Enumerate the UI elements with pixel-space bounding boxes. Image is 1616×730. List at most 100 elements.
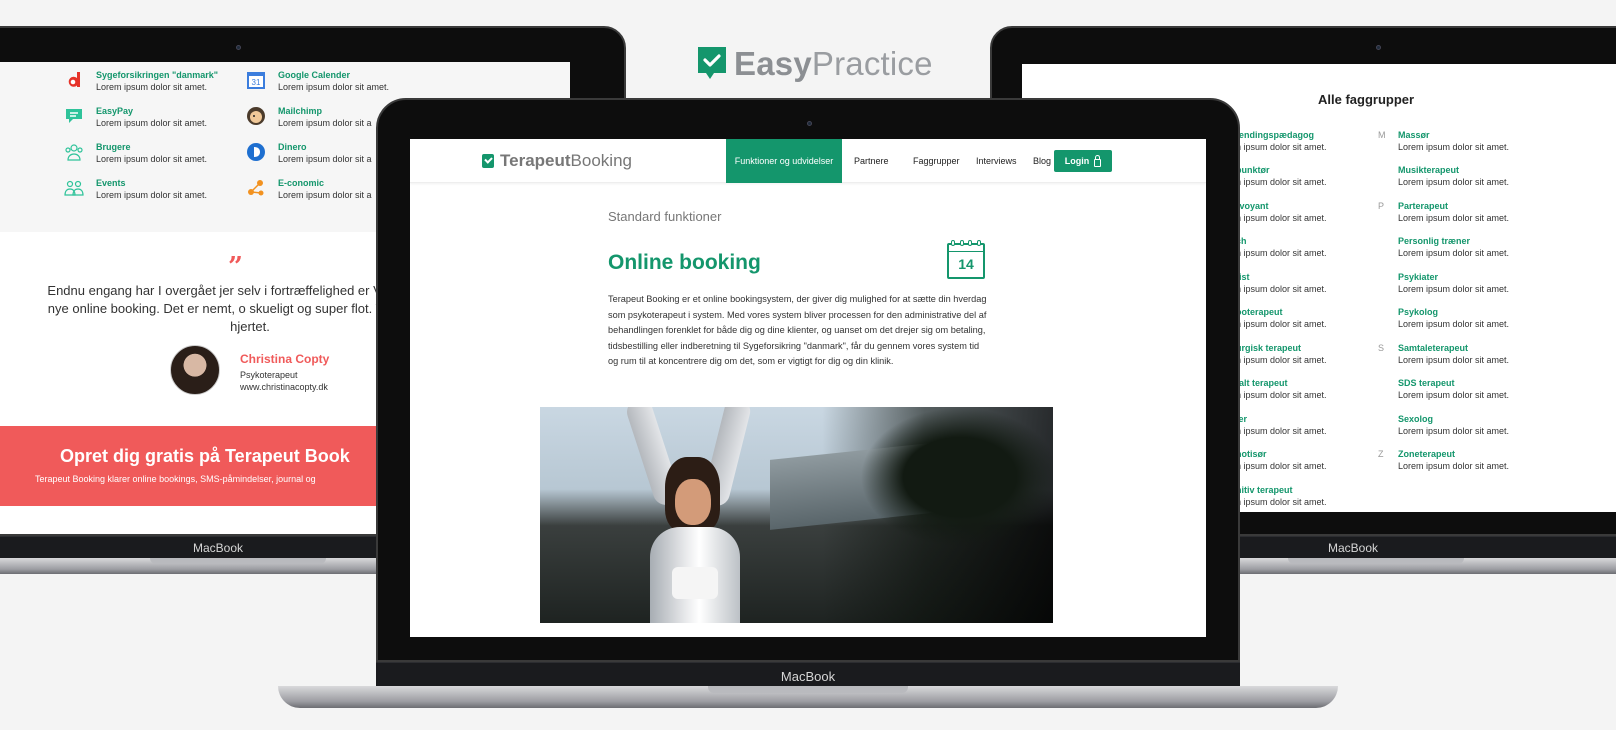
center-laptop-camera — [807, 121, 812, 126]
faggruppe-name: talt terapeut — [1236, 378, 1288, 388]
nav-item-interviews[interactable]: Interviews — [976, 156, 1017, 166]
integration-item[interactable]: EasyPay Lorem ipsum dolor sit amet. — [64, 104, 244, 134]
faggruppe-desc: n ipsum dolor sit amet. — [1236, 284, 1327, 294]
nav-item-funktioner[interactable]: Funktioner og udvidelser — [726, 139, 842, 183]
faggruppe-desc: Lorem ipsum dolor sit amet. — [1398, 284, 1510, 294]
faggruppe-name: Samtaleterapeut — [1398, 343, 1469, 353]
brand-name-bold: Easy — [734, 45, 812, 82]
integration-title: Mailchimp — [278, 106, 323, 116]
center-laptop-chin: MacBook — [376, 662, 1240, 688]
integration-desc: Lorem ipsum dolor sit amet. — [96, 154, 208, 164]
list-item[interactable]: M Massør Lorem ipsum dolor sit amet. — [1378, 128, 1558, 158]
lock-icon — [1094, 154, 1102, 167]
integration-item[interactable]: 31 Google Calender Lorem ipsum dolor sit… — [246, 68, 426, 98]
page-title: Online booking — [608, 251, 761, 274]
faggruppe-name: ooterapeut — [1236, 307, 1283, 317]
list-item[interactable]: nitiv terapeut n ipsum dolor sit amet. — [1236, 483, 1396, 512]
testimonial-author: Christina Copty — [240, 352, 330, 366]
integration-desc: Lorem ipsum dolor sit amet. — [96, 118, 208, 128]
list-item[interactable]: Sexolog Lorem ipsum dolor sit amet. — [1398, 412, 1558, 442]
list-item[interactable]: rvoyant n ipsum dolor sit amet. — [1236, 199, 1396, 229]
list-item[interactable]: notisør n ipsum dolor sit amet. — [1236, 447, 1396, 477]
faggruppe-desc: Lorem ipsum dolor sit amet. — [1398, 248, 1510, 258]
list-item[interactable]: ler n ipsum dolor sit amet. — [1236, 412, 1396, 442]
testimonial-url[interactable]: www.christinacopty.dk — [240, 382, 328, 392]
nav-item-blog[interactable]: Blog — [1033, 156, 1051, 166]
calendar-icon: 14 — [947, 240, 985, 279]
list-item[interactable]: P Parterapeut Lorem ipsum dolor sit amet. — [1378, 199, 1558, 229]
events-icon — [64, 180, 84, 196]
faggruppe-name: Personlig træner — [1398, 236, 1471, 246]
alpha-letter: Z — [1378, 449, 1384, 459]
faggruppe-name: Parterapeut — [1398, 201, 1449, 211]
faggruppe-name: Massør — [1398, 130, 1430, 140]
calendar-31-icon: 31 — [247, 72, 265, 89]
quote-mark: ” — [228, 252, 243, 282]
faggruppe-desc: Lorem ipsum dolor sit amet. — [1398, 355, 1510, 365]
nav-item-faggrupper[interactable]: Faggrupper — [913, 156, 960, 166]
photo-tree — [860, 407, 1053, 547]
nav-item-partnere[interactable]: Partnere — [854, 156, 889, 166]
list-item[interactable]: talt terapeut n ipsum dolor sit amet. — [1236, 376, 1396, 406]
integration-title: Dinero — [278, 142, 307, 152]
faggruppe-desc: Lorem ipsum dolor sit amet. — [1398, 461, 1510, 471]
alpha-letter: S — [1378, 343, 1385, 353]
faggruppe-name: SDS terapeut — [1398, 378, 1455, 388]
list-item[interactable]: Musikterapeut Lorem ipsum dolor sit amet. — [1398, 163, 1558, 193]
list-item[interactable]: ændingspædagog n ipsum dolor sit amet. — [1236, 128, 1396, 158]
brand-name-light: Practice — [811, 45, 933, 82]
integration-desc: Lorem ipsum dolor sit amet. — [96, 190, 208, 200]
right-laptop-camera — [1376, 45, 1381, 50]
login-button[interactable]: Login — [1054, 150, 1112, 172]
list-item[interactable]: punktør n ipsum dolor sit amet. — [1236, 163, 1396, 193]
list-item[interactable]: Z Zoneterapeut Lorem ipsum dolor sit amet. — [1378, 447, 1558, 477]
integration-desc: Lorem ipsum dolor sit a — [278, 190, 372, 200]
integration-title: EasyPay — [96, 106, 134, 116]
svg-text:31: 31 — [252, 78, 261, 87]
brand-name: EasyPractice — [734, 45, 933, 83]
list-item[interactable]: S Samtaleterapeut Lorem ipsum dolor sit am… — [1378, 341, 1558, 371]
integration-desc: Lorem ipsum dolor sit a — [278, 154, 372, 164]
photo-person — [610, 407, 760, 623]
center-laptop-notch — [708, 686, 908, 693]
integration-desc: Lorem ipsum dolor sit amet. — [96, 82, 208, 92]
integration-item[interactable]: Events Lorem ipsum dolor sit amet. — [64, 176, 244, 206]
site-logo-light: Booking — [570, 151, 632, 170]
faggruppe-desc: Lorem ipsum dolor sit amet. — [1398, 213, 1510, 223]
list-item[interactable]: tist n ipsum dolor sit amet. — [1236, 270, 1396, 300]
integration-desc: Lorem ipsum dolor sit a — [278, 118, 372, 128]
faggruppe-desc: Lorem ipsum dolor sit amet. — [1398, 142, 1510, 152]
calendar-divider — [949, 251, 983, 252]
list-item[interactable]: ooterapeut n ipsum dolor sit amet. — [1236, 305, 1396, 335]
list-item[interactable]: urgisk terapeut n ipsum dolor sit amet. — [1236, 341, 1396, 371]
faggruppe-name: Zoneterapeut — [1398, 449, 1456, 459]
center-laptop-bezel: TerapeutBooking Funktioner og udvidelser… — [376, 98, 1240, 662]
right-laptop-notch — [1288, 558, 1464, 564]
users-icon — [65, 144, 83, 161]
checkmark-icon — [482, 154, 494, 168]
list-item[interactable]: ch n ipsum dolor sit amet. — [1236, 234, 1396, 264]
faggruppe-desc: n ipsum dolor sit amet. — [1236, 248, 1327, 258]
integration-title: Brugere — [96, 142, 131, 152]
left-laptop-camera — [236, 45, 241, 50]
faggruppe-desc: n ipsum dolor sit amet. — [1236, 319, 1327, 329]
device-label: MacBook — [780, 669, 836, 684]
list-item[interactable]: Psykolog Lorem ipsum dolor sit amet. — [1398, 305, 1558, 335]
integration-desc: Lorem ipsum dolor sit amet. — [278, 82, 390, 92]
integration-item[interactable]: Brugere Lorem ipsum dolor sit amet. — [64, 140, 244, 170]
site-logo-bold: Terapeut — [500, 151, 571, 170]
signup-title[interactable]: Opret dig gratis på Terapeut Book — [60, 446, 350, 467]
alpha-letter: P — [1378, 201, 1385, 211]
site-logo[interactable]: TerapeutBooking — [482, 151, 632, 170]
feature-description: Terapeut Booking er et online bookingsys… — [608, 294, 987, 366]
list-item[interactable]: SDS terapeut Lorem ipsum dolor sit amet. — [1398, 376, 1558, 406]
faggruppe-desc: n ipsum dolor sit amet. — [1236, 426, 1327, 436]
checkmark-shield-icon — [698, 47, 726, 79]
faggruppe-desc: Lorem ipsum dolor sit amet. — [1398, 390, 1510, 400]
section-title: Alle faggrupper — [1318, 92, 1415, 107]
integration-item[interactable]: Sygeforsikringen "danmark" Lorem ipsum d… — [64, 68, 244, 98]
list-item[interactable]: Psykiater Lorem ipsum dolor sit amet. — [1398, 270, 1558, 300]
faggruppe-name: rvoyant — [1236, 201, 1269, 211]
list-item[interactable]: Personlig træner Lorem ipsum dolor sit am… — [1398, 234, 1558, 264]
faggruppe-desc: n ipsum dolor sit amet. — [1236, 461, 1327, 471]
